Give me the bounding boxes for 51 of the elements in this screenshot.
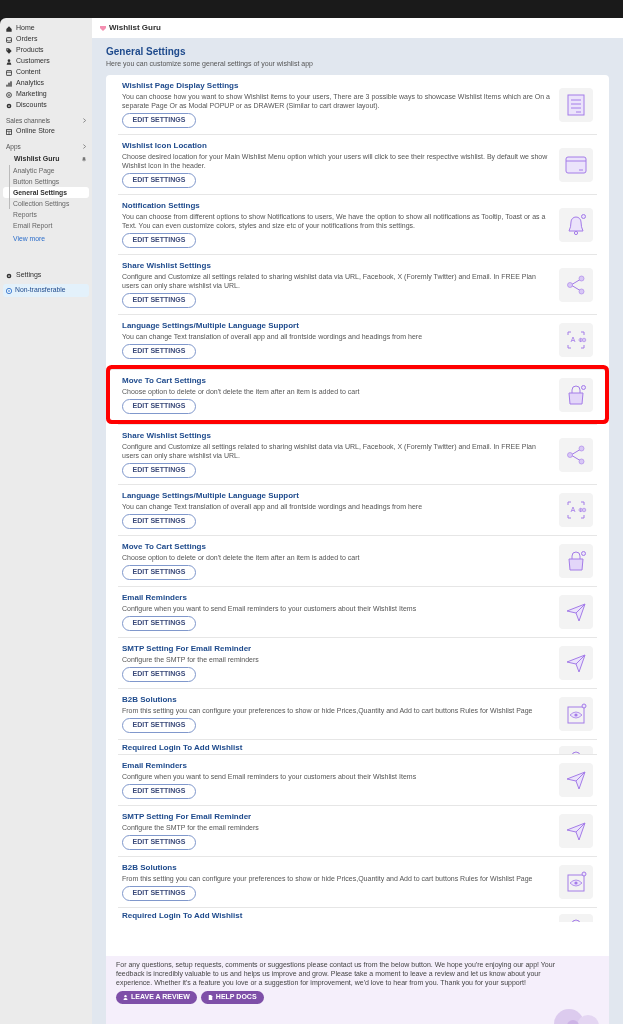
store-icon bbox=[6, 128, 12, 135]
paper-plane-icon bbox=[559, 763, 593, 797]
setting-title: B2B Solutions bbox=[122, 695, 178, 705]
share-icon bbox=[559, 437, 593, 472]
setting-title: Share Wishlist Settings bbox=[122, 431, 212, 441]
decorative-blob-drawing bbox=[553, 1009, 601, 1024]
document-icon bbox=[207, 995, 213, 1000]
bell-icon bbox=[559, 207, 593, 242]
bar-chart-icon bbox=[6, 80, 12, 87]
share-icon bbox=[559, 267, 593, 302]
person-icon bbox=[123, 995, 128, 1000]
document-icon bbox=[559, 87, 593, 122]
chevron-right-icon bbox=[83, 144, 86, 149]
setting-title: Required Login To Add Wishlist bbox=[122, 911, 244, 921]
setting-title: Required Login To Add Wishlist bbox=[122, 743, 244, 753]
setting-title: SMTP Setting For Email Reminder bbox=[122, 644, 253, 654]
target-icon bbox=[6, 91, 12, 98]
setting-title: Move To Cart Settings bbox=[122, 376, 207, 386]
gear-icon bbox=[6, 102, 12, 109]
page-title: General Settings bbox=[106, 46, 187, 58]
document-icon bbox=[6, 69, 12, 76]
info-icon bbox=[6, 287, 12, 294]
translate-icon bbox=[559, 323, 593, 357]
shopping-bag-icon bbox=[559, 378, 593, 412]
eye-icon bbox=[559, 865, 593, 899]
setting-title: SMTP Setting For Email Reminder bbox=[122, 812, 253, 822]
eye-icon bbox=[559, 697, 593, 731]
setting-title: B2B Solutions bbox=[122, 863, 178, 873]
home-icon bbox=[6, 25, 12, 32]
setting-title: Wishlist Page Display Settings bbox=[122, 81, 240, 91]
setting-title: Wishlist Icon Location bbox=[122, 141, 208, 151]
setting-title: Language Settings/Multiple Language Support bbox=[122, 321, 300, 331]
app-title: Wishlist Guru bbox=[109, 22, 161, 34]
window-icon bbox=[559, 147, 593, 182]
heart-icon bbox=[100, 25, 106, 31]
inbox-icon bbox=[6, 36, 12, 43]
setting-title: Notification Settings bbox=[122, 201, 201, 211]
person-icon bbox=[6, 58, 12, 65]
setting-title: Share Wishlist Settings bbox=[122, 261, 212, 271]
setting-title: Language Settings/Multiple Language Support bbox=[122, 491, 300, 501]
translate-icon bbox=[559, 493, 593, 527]
paper-plane-icon bbox=[559, 595, 593, 629]
shopping-bag-icon bbox=[559, 544, 593, 578]
paper-plane-icon bbox=[559, 814, 593, 848]
paper-plane-icon bbox=[559, 646, 593, 680]
gear-icon bbox=[6, 272, 12, 279]
setting-title: Email Reminders bbox=[122, 593, 188, 603]
setting-title: Email Reminders bbox=[122, 761, 188, 771]
tag-icon bbox=[6, 47, 12, 54]
setting-title: Move To Cart Settings bbox=[122, 542, 207, 552]
chevron-right-icon bbox=[83, 118, 86, 123]
